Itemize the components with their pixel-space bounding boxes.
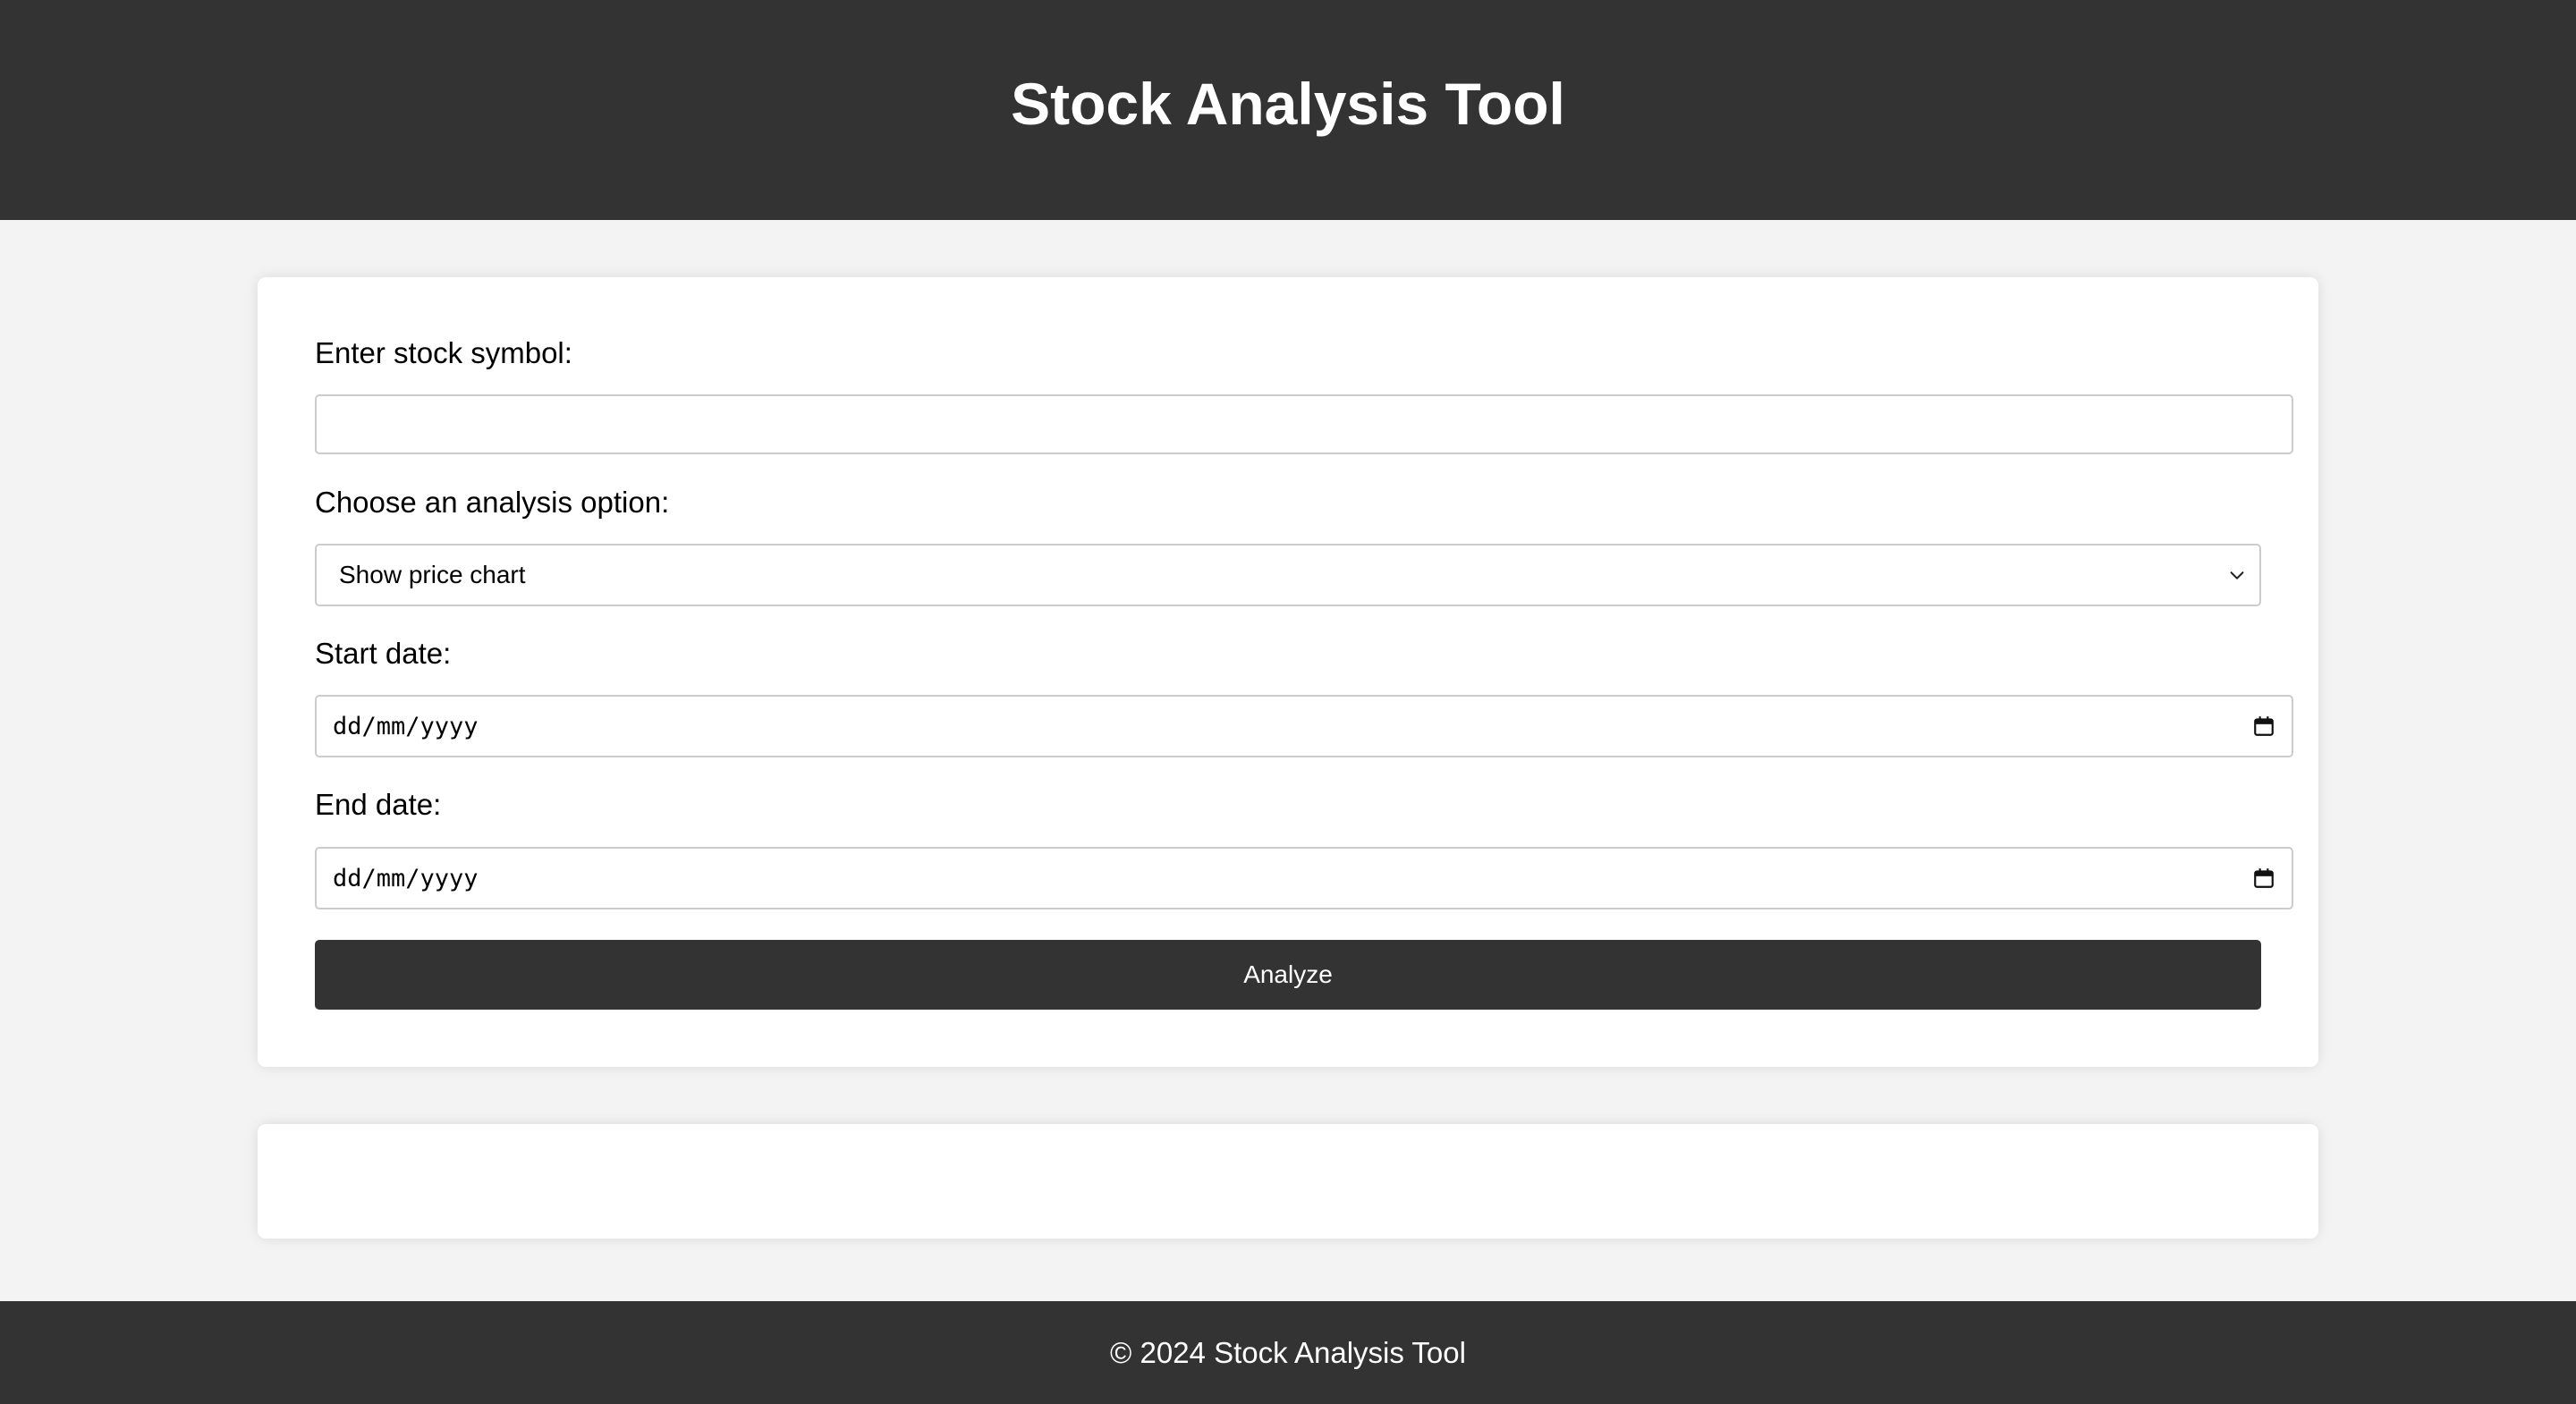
stock-symbol-input[interactable] bbox=[315, 394, 2293, 454]
analysis-option-select[interactable]: Show price chart bbox=[315, 544, 2261, 606]
analysis-form-card: Enter stock symbol: Choose an analysis o… bbox=[258, 277, 2318, 1067]
end-date-value: dd/mm/yyyy bbox=[333, 864, 479, 892]
calendar-icon[interactable] bbox=[2252, 715, 2275, 738]
end-date-input[interactable]: dd/mm/yyyy bbox=[315, 847, 2293, 909]
results-panel bbox=[258, 1124, 2318, 1239]
start-date-input[interactable]: dd/mm/yyyy bbox=[315, 695, 2293, 757]
chevron-down-icon bbox=[2230, 571, 2244, 579]
start-date-label: Start date: bbox=[315, 637, 452, 670]
analysis-option-selected: Show price chart bbox=[339, 561, 526, 588]
stock-symbol-label: Enter stock symbol: bbox=[315, 336, 572, 369]
page-footer: © 2024 Stock Analysis Tool bbox=[0, 1301, 2576, 1404]
start-date-value: dd/mm/yyyy bbox=[333, 712, 479, 740]
footer-copyright: © 2024 Stock Analysis Tool bbox=[1110, 1335, 1466, 1369]
page-title: Stock Analysis Tool bbox=[1011, 71, 1565, 137]
end-date-label: End date: bbox=[315, 788, 442, 821]
analyze-button[interactable]: Analyze bbox=[315, 940, 2261, 1010]
page-header: Stock Analysis Tool bbox=[0, 0, 2576, 220]
calendar-icon[interactable] bbox=[2252, 867, 2275, 890]
analysis-option-label: Choose an analysis option: bbox=[315, 486, 670, 519]
